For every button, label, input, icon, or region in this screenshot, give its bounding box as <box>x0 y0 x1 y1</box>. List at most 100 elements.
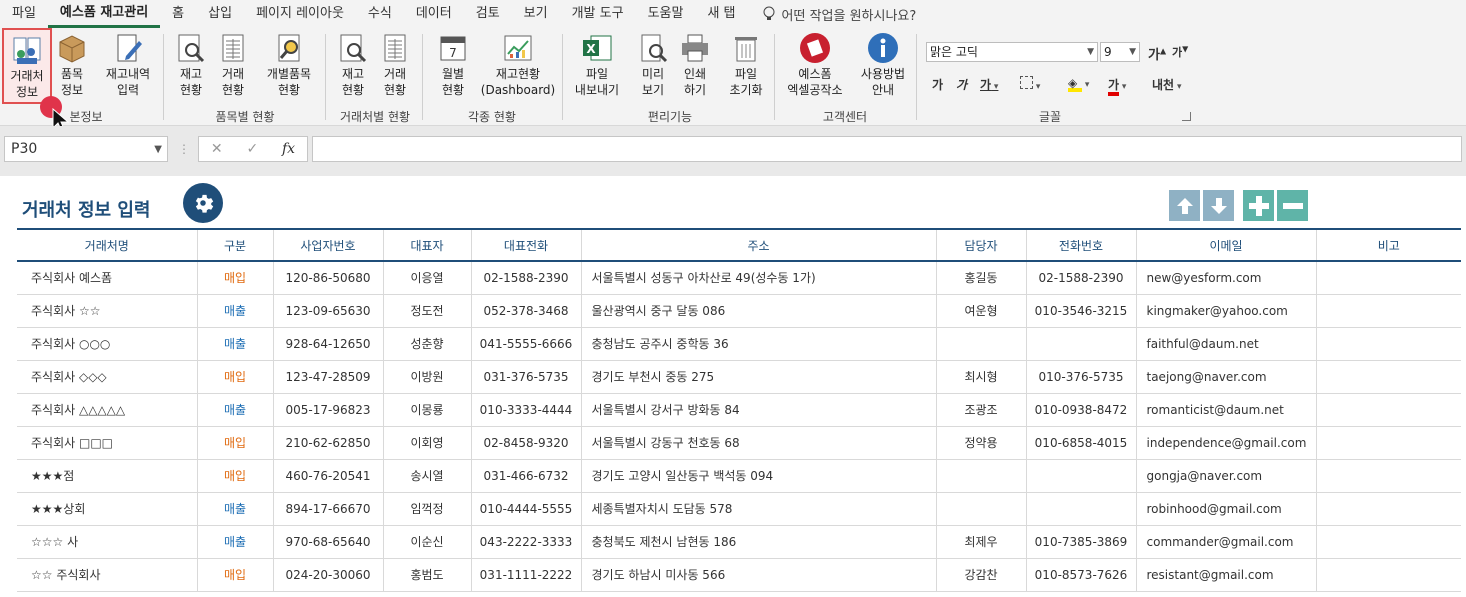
menu-tab-10[interactable]: 도움말 <box>636 0 696 28</box>
table-cell[interactable]: 송시열 <box>382 459 471 493</box>
table-cell[interactable]: 010-7385-3869 <box>1025 525 1136 559</box>
table-cell[interactable]: 이응열 <box>382 261 471 295</box>
table-cell[interactable] <box>935 492 1026 526</box>
shrink-font-button[interactable]: 가▼ <box>1172 44 1188 60</box>
table-cell[interactable]: 매출 <box>196 327 273 361</box>
table-cell[interactable]: 울산광역시 중구 달동 086 <box>580 294 936 328</box>
table-cell[interactable]: 서울특별시 성동구 아차산로 49(성수동 1가) <box>580 261 936 295</box>
table-cell[interactable]: 강감찬 <box>935 558 1026 592</box>
menu-tab-3[interactable]: 삽입 <box>196 0 244 28</box>
table-cell[interactable]: 이방원 <box>382 360 471 394</box>
table-cell[interactable]: 홍범도 <box>382 558 471 592</box>
table-cell[interactable]: 이회영 <box>382 426 471 460</box>
table-cell[interactable] <box>935 327 1026 361</box>
table-cell[interactable] <box>1315 459 1461 493</box>
table-cell[interactable] <box>1315 261 1461 295</box>
table-cell[interactable]: 010-3546-3215 <box>1025 294 1136 328</box>
table-cell[interactable]: 최제우 <box>935 525 1026 559</box>
table-cell[interactable]: faithful@daum.net <box>1135 327 1316 361</box>
table-cell[interactable]: 이몽룡 <box>382 393 471 427</box>
table-cell[interactable] <box>1315 393 1461 427</box>
menu-tab-2[interactable]: 홈 <box>160 0 196 28</box>
table-cell[interactable]: gongja@naver.com <box>1135 459 1316 493</box>
border-button[interactable]: ▾ <box>1020 76 1040 92</box>
column-header[interactable]: 대표전화 <box>470 228 581 262</box>
table-cell[interactable] <box>1025 327 1136 361</box>
table-cell[interactable]: 041-5555-6666 <box>470 327 581 361</box>
table-cell[interactable]: 최시형 <box>935 360 1026 394</box>
menu-tab-4[interactable]: 페이지 레이아웃 <box>244 0 356 28</box>
table-cell[interactable] <box>1315 294 1461 328</box>
table-cell[interactable]: 정도전 <box>382 294 471 328</box>
table-cell[interactable]: resistant@gmail.com <box>1135 558 1316 592</box>
table-cell[interactable]: 임꺽정 <box>382 492 471 526</box>
table-cell[interactable] <box>1315 327 1461 361</box>
export-button[interactable]: X 파일 내보내기 <box>572 32 622 98</box>
table-cell[interactable]: 02-1588-2390 <box>1025 261 1136 295</box>
table-cell[interactable]: 정약용 <box>935 426 1026 460</box>
column-header[interactable]: 대표자 <box>382 228 471 262</box>
partner-trade-status-button[interactable]: 거래 현황 <box>378 32 412 98</box>
table-cell[interactable]: 주식회사 ◇◇◇ <box>17 360 197 394</box>
font-color-button[interactable]: 가 ▾ <box>1108 76 1126 96</box>
table-cell[interactable]: taejong@naver.com <box>1135 360 1316 394</box>
table-cell[interactable] <box>1315 558 1461 592</box>
table-cell[interactable]: 010-3333-4444 <box>470 393 581 427</box>
grow-font-button[interactable]: 가▲ <box>1148 44 1166 63</box>
table-cell[interactable]: 홍길동 <box>935 261 1026 295</box>
table-cell[interactable]: 매출 <box>196 492 273 526</box>
font-dialog-launcher-icon[interactable] <box>1182 112 1191 121</box>
table-cell[interactable]: 031-466-6732 <box>470 459 581 493</box>
partner-stock-status-button[interactable]: 재고 현황 <box>336 32 370 98</box>
table-cell[interactable]: independence@gmail.com <box>1135 426 1316 460</box>
table-cell[interactable]: 경기도 고양시 일산동구 백석동 094 <box>580 459 936 493</box>
table-cell[interactable]: 이순신 <box>382 525 471 559</box>
dashboard-button[interactable]: 재고현황 (Dashboard) <box>481 32 555 98</box>
column-header[interactable]: 전화번호 <box>1025 228 1136 262</box>
table-cell[interactable]: ☆☆☆ 사 <box>17 525 197 559</box>
table-cell[interactable]: 주식회사 △△△△△ <box>17 393 197 427</box>
table-cell[interactable]: 010-6858-4015 <box>1025 426 1136 460</box>
table-cell[interactable]: ☆☆ 주식회사 <box>17 558 197 592</box>
table-cell[interactable]: 010-0938-8472 <box>1025 393 1136 427</box>
menu-tab-0[interactable]: 파일 <box>0 0 48 28</box>
print-button[interactable]: 인쇄 하기 <box>678 32 712 98</box>
table-cell[interactable]: 02-8458-9320 <box>470 426 581 460</box>
item-info-button[interactable]: 품목 정보 <box>54 32 90 98</box>
menu-tab-6[interactable]: 데이터 <box>404 0 464 28</box>
table-cell[interactable]: commander@gmail.com <box>1135 525 1316 559</box>
table-cell[interactable]: 010-4444-5555 <box>470 492 581 526</box>
table-cell[interactable]: 여운형 <box>935 294 1026 328</box>
bold-button[interactable]: 가 <box>932 76 943 93</box>
item-status-button[interactable]: 개별품목 현황 <box>262 32 316 98</box>
menu-tab-9[interactable]: 개발 도구 <box>560 0 636 28</box>
table-cell[interactable] <box>1315 426 1461 460</box>
table-cell[interactable]: 주식회사 예스폼 <box>17 261 197 295</box>
table-cell[interactable] <box>1315 360 1461 394</box>
table-cell[interactable]: 세종특별자치시 도담동 578 <box>580 492 936 526</box>
font-size-select[interactable]: 9 ▼ <box>1100 42 1140 62</box>
move-down-button[interactable] <box>1203 190 1234 221</box>
settings-button[interactable] <box>183 183 223 223</box>
tell-me-search[interactable]: 어떤 작업을 원하시나요? <box>748 5 916 24</box>
table-cell[interactable]: 매입 <box>196 360 273 394</box>
table-cell[interactable]: ★★★상회 <box>17 492 197 526</box>
move-up-button[interactable] <box>1169 190 1200 221</box>
table-cell[interactable]: 주식회사 □□□ <box>17 426 197 460</box>
table-cell[interactable] <box>1315 492 1461 526</box>
table-cell[interactable]: 210-62-62850 <box>272 426 383 460</box>
table-cell[interactable]: 031-376-5735 <box>470 360 581 394</box>
preview-button[interactable]: 미리 보기 <box>636 32 670 98</box>
table-cell[interactable]: 매출 <box>196 294 273 328</box>
trade-status-button[interactable]: 거래 현황 <box>216 32 250 98</box>
column-header[interactable]: 거래처명 <box>17 228 197 262</box>
column-header[interactable]: 비고 <box>1315 228 1461 262</box>
table-cell[interactable]: 460-76-20541 <box>272 459 383 493</box>
add-row-button[interactable] <box>1243 190 1274 221</box>
table-cell[interactable]: 02-1588-2390 <box>470 261 581 295</box>
table-cell[interactable]: robinhood@gmail.com <box>1135 492 1316 526</box>
column-header[interactable]: 담당자 <box>935 228 1026 262</box>
table-cell[interactable]: 주식회사 ○○○ <box>17 327 197 361</box>
table-cell[interactable]: 경기도 하남시 미사동 566 <box>580 558 936 592</box>
phonetic-button[interactable]: 내천 ▾ <box>1152 76 1181 93</box>
